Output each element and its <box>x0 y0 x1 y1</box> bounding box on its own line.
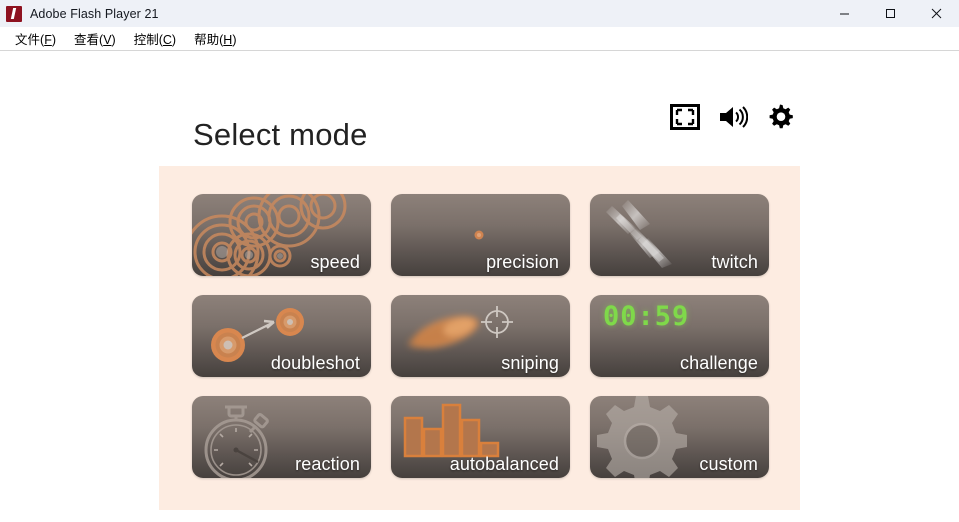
window-controls <box>821 0 959 27</box>
mode-label-sniping: sniping <box>501 353 559 373</box>
menu-label-help: 帮助 <box>194 33 220 47</box>
mode-tile-precision[interactable]: precision <box>391 194 570 276</box>
mode-label-autobalanced: autobalanced <box>449 454 559 474</box>
menu-accel-file: F <box>44 33 52 47</box>
menu-accel-help: H <box>223 33 233 47</box>
menubar: 文件(F) 查看(V) 控制(C) 帮助(H) <box>0 27 959 51</box>
minimize-icon[interactable] <box>821 0 867 27</box>
mode-tile-doubleshot[interactable]: doubleshot <box>192 295 371 377</box>
mode-tile-speed[interactable]: speed <box>192 194 371 276</box>
mode-tile-challenge[interactable]: 00:59 challenge <box>590 295 769 377</box>
menu-accel-control: C <box>162 33 172 47</box>
menu-item-help[interactable]: 帮助(H) <box>185 27 245 50</box>
fullscreen-icon[interactable] <box>670 104 700 130</box>
flash-stage: Select mode speed precision twitch doubl… <box>0 51 959 521</box>
menu-accel-view: V <box>103 33 112 47</box>
flash-icon <box>6 5 22 22</box>
mode-label-speed: speed <box>310 252 360 272</box>
settings-gear-icon[interactable] <box>766 103 794 131</box>
mode-tile-custom[interactable]: custom <box>590 396 769 478</box>
mode-tile-twitch[interactable]: twitch <box>590 194 769 276</box>
stage-toolbar <box>670 103 794 131</box>
menu-label-view: 查看 <box>74 33 100 47</box>
close-icon[interactable] <box>913 0 959 27</box>
menu-item-control[interactable]: 控制(C) <box>125 27 185 50</box>
mode-label-custom: custom <box>699 454 758 474</box>
mode-label-twitch: twitch <box>711 252 758 272</box>
menu-label-control: 控制 <box>133 33 159 47</box>
mode-label-precision: precision <box>486 252 559 272</box>
window-title: Adobe Flash Player 21 <box>30 6 159 21</box>
mode-tile-reaction[interactable]: reaction <box>192 396 371 478</box>
maximize-icon[interactable] <box>867 0 913 27</box>
mode-tile-autobalanced[interactable]: autobalanced <box>391 396 570 478</box>
mode-label-doubleshot: doubleshot <box>270 353 360 373</box>
mode-label-reaction: reaction <box>295 454 360 474</box>
menu-item-view[interactable]: 查看(V) <box>65 27 125 50</box>
challenge-timer: 00:59 <box>603 301 690 332</box>
mode-label-challenge: challenge <box>680 353 758 373</box>
menu-label-file: 文件 <box>15 33 41 47</box>
mode-grid: speed precision twitch doubleshot snipin… <box>192 194 769 478</box>
menu-item-file[interactable]: 文件(F) <box>6 27 65 50</box>
mode-tile-sniping[interactable]: sniping <box>391 295 570 377</box>
mode-panel: speed precision twitch doubleshot snipin… <box>159 166 800 510</box>
window-titlebar: Adobe Flash Player 21 <box>0 0 959 27</box>
page-title: Select mode <box>193 117 368 152</box>
volume-icon[interactable] <box>718 104 748 130</box>
